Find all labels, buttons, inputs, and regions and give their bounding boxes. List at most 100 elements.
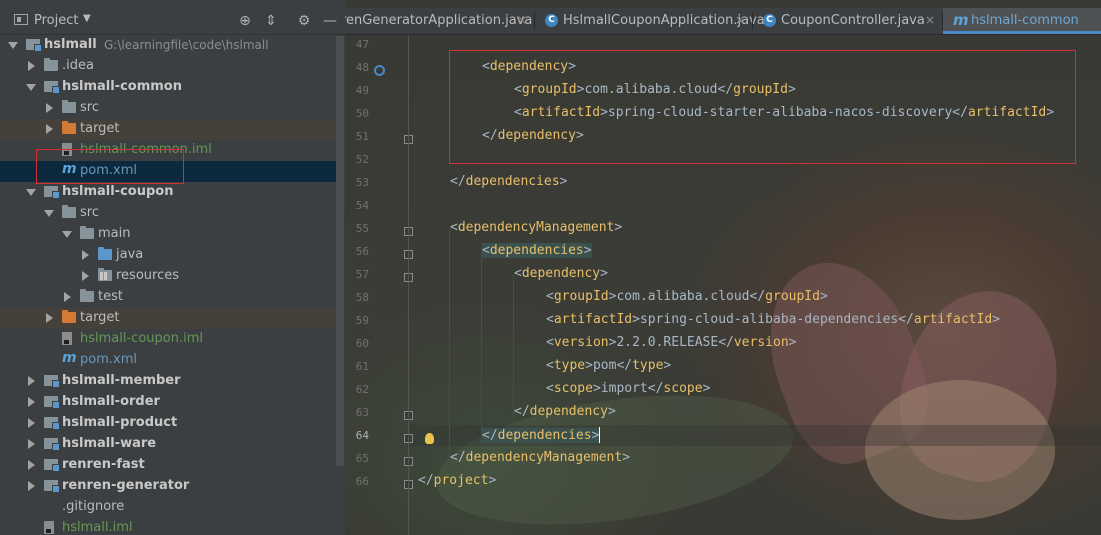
collapse-arrow-icon[interactable] (46, 103, 53, 113)
tree-row-hslmall-iml[interactable]: hslmall.iml (0, 518, 336, 535)
collapse-arrow-icon[interactable] (46, 124, 53, 134)
tree-row-hslmall-member[interactable]: hslmall-member (0, 371, 336, 392)
line-number: 65 (355, 452, 369, 465)
expand-arrow-icon[interactable] (44, 210, 54, 217)
folder-icon (62, 100, 76, 113)
module-folder-icon (44, 459, 60, 472)
project-panel-title[interactable]: Project (34, 13, 78, 28)
collapse-arrow-icon[interactable] (46, 313, 53, 323)
collapse-all-icon[interactable]: ⇕ (262, 12, 280, 30)
tree-item-label: resources (116, 268, 180, 283)
code-annotation-box (449, 50, 1076, 164)
navigate-icon[interactable] (374, 65, 385, 76)
excluded-folder-icon (62, 121, 76, 134)
close-icon[interactable]: × (925, 13, 935, 27)
minimize-icon[interactable]: — (321, 12, 339, 30)
tree-row--idea[interactable]: .idea (0, 56, 336, 77)
lightbulb-icon[interactable] (425, 433, 434, 444)
tree-row-target[interactable]: target (0, 119, 336, 140)
code-line[interactable]: <dependencyManagement> (450, 220, 622, 235)
editor-area: renGeneratorApplication.java × C HslmallCou… (345, 0, 1101, 535)
file-icon (44, 500, 54, 513)
collapse-arrow-icon[interactable] (28, 439, 35, 449)
indent-guide (481, 252, 482, 447)
tree-row-hslmall[interactable]: hslmall G:\learningfile\code\hslmall (0, 35, 336, 56)
expand-arrow-icon[interactable] (8, 42, 18, 49)
tree-row-main[interactable]: main (0, 224, 336, 245)
code-line[interactable]: <version>2.2.0.RELEASE</version> (546, 335, 796, 350)
tree-item-label: main (98, 226, 131, 241)
code-line[interactable]: <artifactId>spring-cloud-alibaba-depende… (546, 312, 1000, 327)
tree-row-renren-generator[interactable]: renren-generator (0, 476, 336, 497)
tree-item-label: src (80, 100, 99, 115)
tree-row-test[interactable]: test (0, 287, 336, 308)
code-line[interactable]: </dependency> (514, 404, 616, 419)
line-number: 53 (355, 176, 369, 189)
collapse-arrow-icon[interactable] (82, 271, 89, 281)
expand-arrow-icon[interactable] (26, 189, 36, 196)
close-icon[interactable]: × (735, 13, 745, 27)
tree-row-hslmall-common[interactable]: hslmall-common (0, 77, 336, 98)
tree-row-hslmall-coupon-iml[interactable]: hslmall-coupon.iml (0, 329, 336, 350)
code-line[interactable]: <dependencies> (482, 243, 592, 258)
project-panel-header: Project ▼ ⊕ ⇕ ⚙ — (0, 8, 345, 35)
project-icon (14, 14, 28, 25)
close-icon[interactable]: × (517, 13, 527, 27)
expand-arrow-icon[interactable] (26, 84, 36, 91)
collapse-arrow-icon[interactable] (28, 418, 35, 428)
code-line[interactable]: </dependencies> (482, 427, 601, 443)
tree-row-hslmall-ware[interactable]: hslmall-ware (0, 434, 336, 455)
tree-row-pom-xml[interactable]: m pom.xml (0, 350, 336, 371)
indent-guide (449, 229, 450, 470)
tree-item-label: target (80, 310, 120, 325)
tree-item-label: renren-generator (62, 478, 190, 493)
tree-row-hslmall-order[interactable]: hslmall-order (0, 392, 336, 413)
line-number: 62 (355, 383, 369, 396)
tree-row-src[interactable]: src (0, 98, 336, 119)
tree-row-renren-fast[interactable]: renren-fast (0, 455, 336, 476)
editor-tab[interactable]: m hslmall-common (943, 8, 1101, 34)
tree-item-label: .gitignore (62, 499, 125, 514)
code-line[interactable]: </dependencies> (450, 174, 567, 189)
tree-row-hslmall-coupon[interactable]: hslmall-coupon (0, 182, 336, 203)
gear-icon[interactable]: ⚙ (295, 12, 313, 30)
code-line[interactable]: <scope>import</scope> (546, 381, 710, 396)
code-line[interactable]: </project> (418, 473, 496, 488)
collapse-arrow-icon[interactable] (28, 376, 35, 386)
line-number: 51 (355, 130, 369, 143)
tree-item-label: hslmall.iml (62, 520, 133, 535)
locate-icon[interactable]: ⊕ (236, 12, 254, 30)
module-folder-icon (44, 375, 60, 388)
folder-icon (80, 226, 94, 239)
tree-row-src[interactable]: src (0, 203, 336, 224)
editor-tab[interactable]: C HslmallCouponApplication.java × (535, 8, 765, 34)
code-line[interactable]: </dependencyManagement> (450, 450, 630, 465)
line-number: 60 (355, 337, 369, 350)
tree-row-target[interactable]: target (0, 308, 336, 329)
gutter-divider (408, 35, 409, 535)
tree-row-resources[interactable]: resources (0, 266, 336, 287)
tree-row--gitignore[interactable]: .gitignore (0, 497, 336, 518)
collapse-arrow-icon[interactable] (28, 481, 35, 491)
collapse-arrow-icon[interactable] (28, 397, 35, 407)
tree-scrollbar[interactable] (336, 36, 344, 466)
tree-row-java[interactable]: java (0, 245, 336, 266)
collapse-arrow-icon[interactable] (28, 61, 35, 71)
tree-item-label: hslmall-product (62, 415, 178, 430)
code-line[interactable]: <type>pom</type> (546, 358, 671, 373)
collapse-arrow-icon[interactable] (64, 292, 71, 302)
tree-item-label: java (116, 247, 144, 262)
expand-arrow-icon[interactable] (62, 231, 72, 238)
editor-tab[interactable]: renGeneratorApplication.java × (345, 8, 535, 34)
collapse-arrow-icon[interactable] (82, 250, 89, 260)
code-line[interactable]: <dependency> (514, 266, 608, 281)
editor-gutter: 47 48 49 50 51 52 53 54 55 56 57 58 59 60 61 62 63 64 65 66 (345, 35, 434, 535)
collapse-arrow-icon[interactable] (28, 460, 35, 470)
line-number: 57 (355, 268, 369, 281)
code-line[interactable]: <groupId>com.alibaba.cloud</groupId> (546, 289, 828, 304)
module-folder-icon (44, 81, 60, 94)
tree-row-hslmall-product[interactable]: hslmall-product (0, 413, 336, 434)
editor-tab[interactable]: C CouponController.java × (753, 8, 943, 34)
folder-icon (62, 205, 76, 218)
chevron-down-icon[interactable]: ▼ (83, 13, 91, 24)
